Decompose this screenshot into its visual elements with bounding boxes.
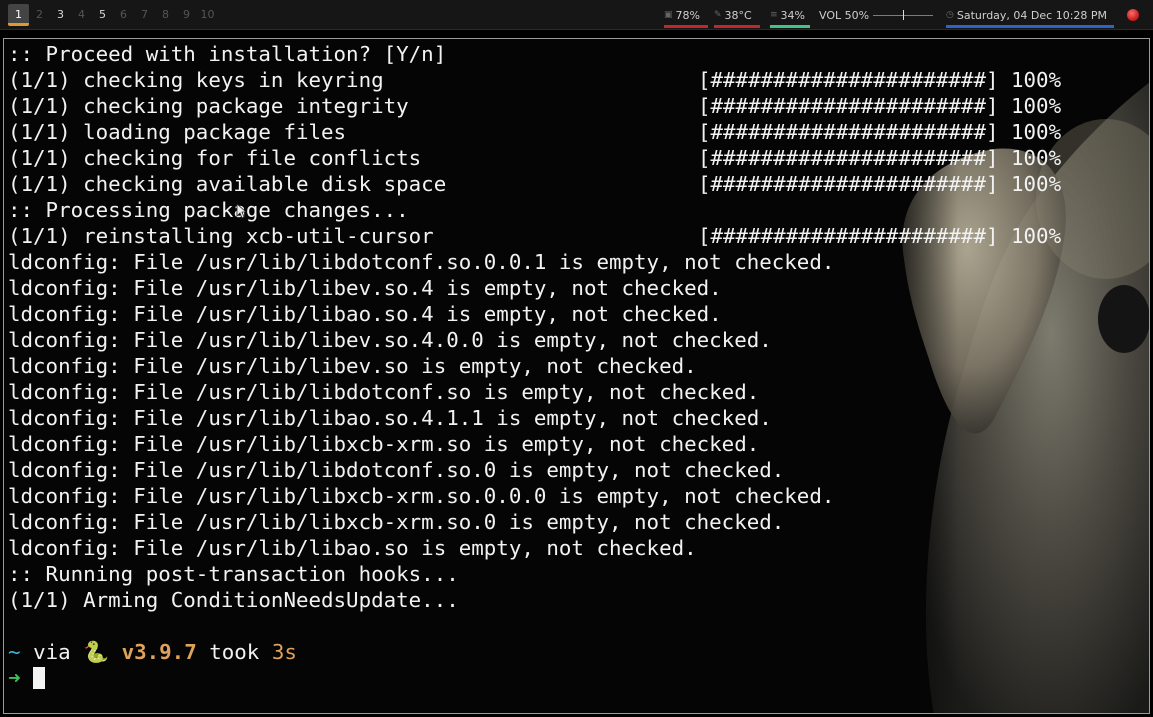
terminal-line-text: :: Processing package changes...: [8, 198, 409, 222]
progress-bar-text: [######################] 100%: [698, 146, 1062, 170]
workspace-switcher: 1 2 3 4 5 6 7 8 9 10: [8, 4, 218, 26]
terminal-line: ldconfig: File /usr/lib/libev.so is empt…: [8, 353, 834, 379]
mouse-pointer-icon: [236, 203, 246, 219]
power-icon[interactable]: [1127, 9, 1139, 21]
terminal-line-text: (1/1) checking for file conflicts: [8, 146, 422, 170]
terminal-line-text: ldconfig: File /usr/lib/libxcb-xrm.so.0.…: [8, 484, 835, 508]
terminal-line-text: ldconfig: File /usr/lib/libdotconf.so is…: [8, 380, 760, 404]
terminal-window[interactable]: :: Proceed with installation? [Y/n] (1/1)…: [3, 38, 1150, 714]
terminal-line: (1/1) reinstalling xcb-util-cursor [#####…: [8, 223, 1061, 249]
terminal-line: ldconfig: File /usr/lib/libxcb-xrm.so is…: [8, 431, 834, 457]
workspace-7[interactable]: 7: [134, 4, 155, 26]
clock-icon: ◷: [946, 10, 954, 20]
memory-indicator: ▣ 78%: [664, 0, 708, 30]
terminal-line: (1/1) checking available disk space [####…: [8, 171, 1061, 197]
volume-control[interactable]: VOL 50%: [819, 0, 939, 30]
datetime-value: Saturday, 04 Dec 10:28 PM: [956, 8, 1108, 22]
terminal-line-text: (1/1) loading package files: [8, 120, 347, 144]
top-status-bar: 1 2 3 4 5 6 7 8 9 10 ▣ 78% ✎ 38°C ≡ 34% VOL 50% ◷…: [0, 0, 1153, 30]
terminal-line-text: ldconfig: File /usr/lib/libev.so.4.0.0 i…: [8, 328, 772, 352]
terminal-line-text: ldconfig: File /usr/lib/libao.so is empt…: [8, 536, 697, 560]
terminal-line-text: ldconfig: File /usr/lib/libev.so is empt…: [8, 354, 697, 378]
terminal-line: :: Processing package changes...: [8, 197, 834, 223]
terminal-line: :: Proceed with installation? [Y/n]: [8, 41, 834, 67]
terminal-output: :: Proceed with installation? [Y/n] (1/1)…: [8, 41, 1061, 691]
prompt-arrow-icon: ➜: [8, 666, 21, 690]
progress-bar-text: [######################] 100%: [698, 120, 1062, 144]
terminal-line: (1/1) checking keys in keyring [#########…: [8, 67, 1061, 93]
terminal-line-text: ldconfig: File /usr/lib/libxcb-xrm.so.0 …: [8, 510, 785, 534]
terminal-line-text: ldconfig: File /usr/lib/libao.so.4 is em…: [8, 302, 722, 326]
volume-slider[interactable]: [873, 9, 934, 20]
terminal-line-text: (1/1) Arming ConditionNeedsUpdate...: [8, 588, 459, 612]
cpu-icon: ≡: [770, 10, 778, 20]
terminal-line-text: ldconfig: File /usr/lib/libxcb-xrm.so is…: [8, 432, 760, 456]
progress-bar-text: [######################] 100%: [698, 94, 1062, 118]
volume-slider-fill: [873, 14, 904, 16]
volume-label: VOL 50%: [819, 8, 870, 22]
workspace-8[interactable]: 8: [155, 4, 176, 26]
memory-value: 78%: [675, 8, 700, 22]
workspace-3[interactable]: 3: [50, 4, 71, 26]
workspace-2[interactable]: 2: [29, 4, 50, 26]
memory-icon: ▣: [664, 10, 673, 20]
workspace-1[interactable]: 1: [8, 4, 29, 26]
terminal-line: (1/1) loading package files [############…: [8, 119, 1061, 145]
cpu-indicator: ≡ 34%: [770, 0, 810, 30]
terminal-line: ldconfig: File /usr/lib/libev.so.4 is em…: [8, 275, 834, 301]
workspace-5[interactable]: 5: [92, 4, 113, 26]
terminal-line: (1/1) checking for file conflicts [######…: [8, 145, 1061, 171]
terminal-line-text: (1/1) checking available disk space: [8, 172, 447, 196]
terminal-line-text: ldconfig: File /usr/lib/libao.so.4.1.1 i…: [8, 406, 772, 430]
temperature-underline: [714, 25, 760, 28]
terminal-line: (1/1) checking package integrity [#######…: [8, 93, 1061, 119]
terminal-line: ldconfig: File /usr/lib/libdotconf.so.0 …: [8, 457, 834, 483]
terminal-line: ldconfig: File /usr/lib/libao.so.4 is em…: [8, 301, 834, 327]
shell-input-line[interactable]: ➜: [8, 665, 834, 691]
terminal-line: ldconfig: File /usr/lib/libev.so.4.0.0 i…: [8, 327, 834, 353]
workspace-9[interactable]: 9: [176, 4, 197, 26]
terminal-line-text: (1/1) checking package integrity: [8, 94, 409, 118]
cpu-value: 34%: [780, 8, 805, 22]
terminal-line-text: (1/1) reinstalling xcb-util-cursor: [8, 224, 434, 248]
workspace-6[interactable]: 6: [113, 4, 134, 26]
workspace-10[interactable]: 10: [197, 4, 218, 26]
terminal-line: ldconfig: File /usr/lib/libao.so is empt…: [8, 535, 834, 561]
thermometer-icon: ✎: [714, 10, 722, 20]
terminal-line: ldconfig: File /usr/lib/libdotconf.so.0.…: [8, 249, 834, 275]
terminal-line: ldconfig: File /usr/lib/libao.so.4.1.1 i…: [8, 405, 834, 431]
progress-bar-text: [######################] 100%: [698, 224, 1062, 248]
workspace-4[interactable]: 4: [71, 4, 92, 26]
python-icon: 🐍: [83, 640, 110, 664]
text-cursor: [32, 667, 45, 689]
terminal-line-text: ldconfig: File /usr/lib/libdotconf.so.0 …: [8, 458, 785, 482]
terminal-line-text: :: Proceed with installation? [Y/n]: [8, 42, 447, 66]
temperature-indicator: ✎ 38°C: [714, 0, 760, 30]
terminal-line-text: ldconfig: File /usr/lib/libev.so.4 is em…: [8, 276, 722, 300]
python-version: v3.9.7: [121, 640, 197, 664]
prompt-took-text: took: [209, 640, 260, 664]
volume-slider-knob[interactable]: [903, 9, 905, 20]
progress-bar-text: [######################] 100%: [698, 172, 1062, 196]
terminal-line: :: Running post-transaction hooks...: [8, 561, 834, 587]
memory-underline: [664, 25, 708, 28]
temperature-value: 38°C: [724, 8, 752, 22]
cpu-underline: [770, 25, 810, 28]
date-underline: [946, 25, 1114, 28]
progress-bar-text: [######################] 100%: [698, 68, 1062, 92]
terminal-line: (1/1) Arming ConditionNeedsUpdate...: [8, 587, 834, 613]
terminal-line: ldconfig: File /usr/lib/libdotconf.so is…: [8, 379, 834, 405]
prompt-directory: ~: [8, 640, 21, 664]
clock-indicator[interactable]: ◷ Saturday, 04 Dec 10:28 PM: [946, 0, 1114, 30]
terminal-line: ldconfig: File /usr/lib/libxcb-xrm.so.0 …: [8, 509, 834, 535]
terminal-line-text: (1/1) checking keys in keyring: [8, 68, 384, 92]
prompt-via-text: via: [33, 640, 71, 664]
shell-prompt-line: ~ via 🐍 v3.9.7 took 3s: [8, 639, 834, 665]
terminal-line-text: :: Running post-transaction hooks...: [8, 562, 459, 586]
terminal-line-text: ldconfig: File /usr/lib/libdotconf.so.0.…: [8, 250, 835, 274]
command-duration: 3s: [271, 640, 297, 664]
terminal-line: ldconfig: File /usr/lib/libxcb-xrm.so.0.…: [8, 483, 834, 509]
